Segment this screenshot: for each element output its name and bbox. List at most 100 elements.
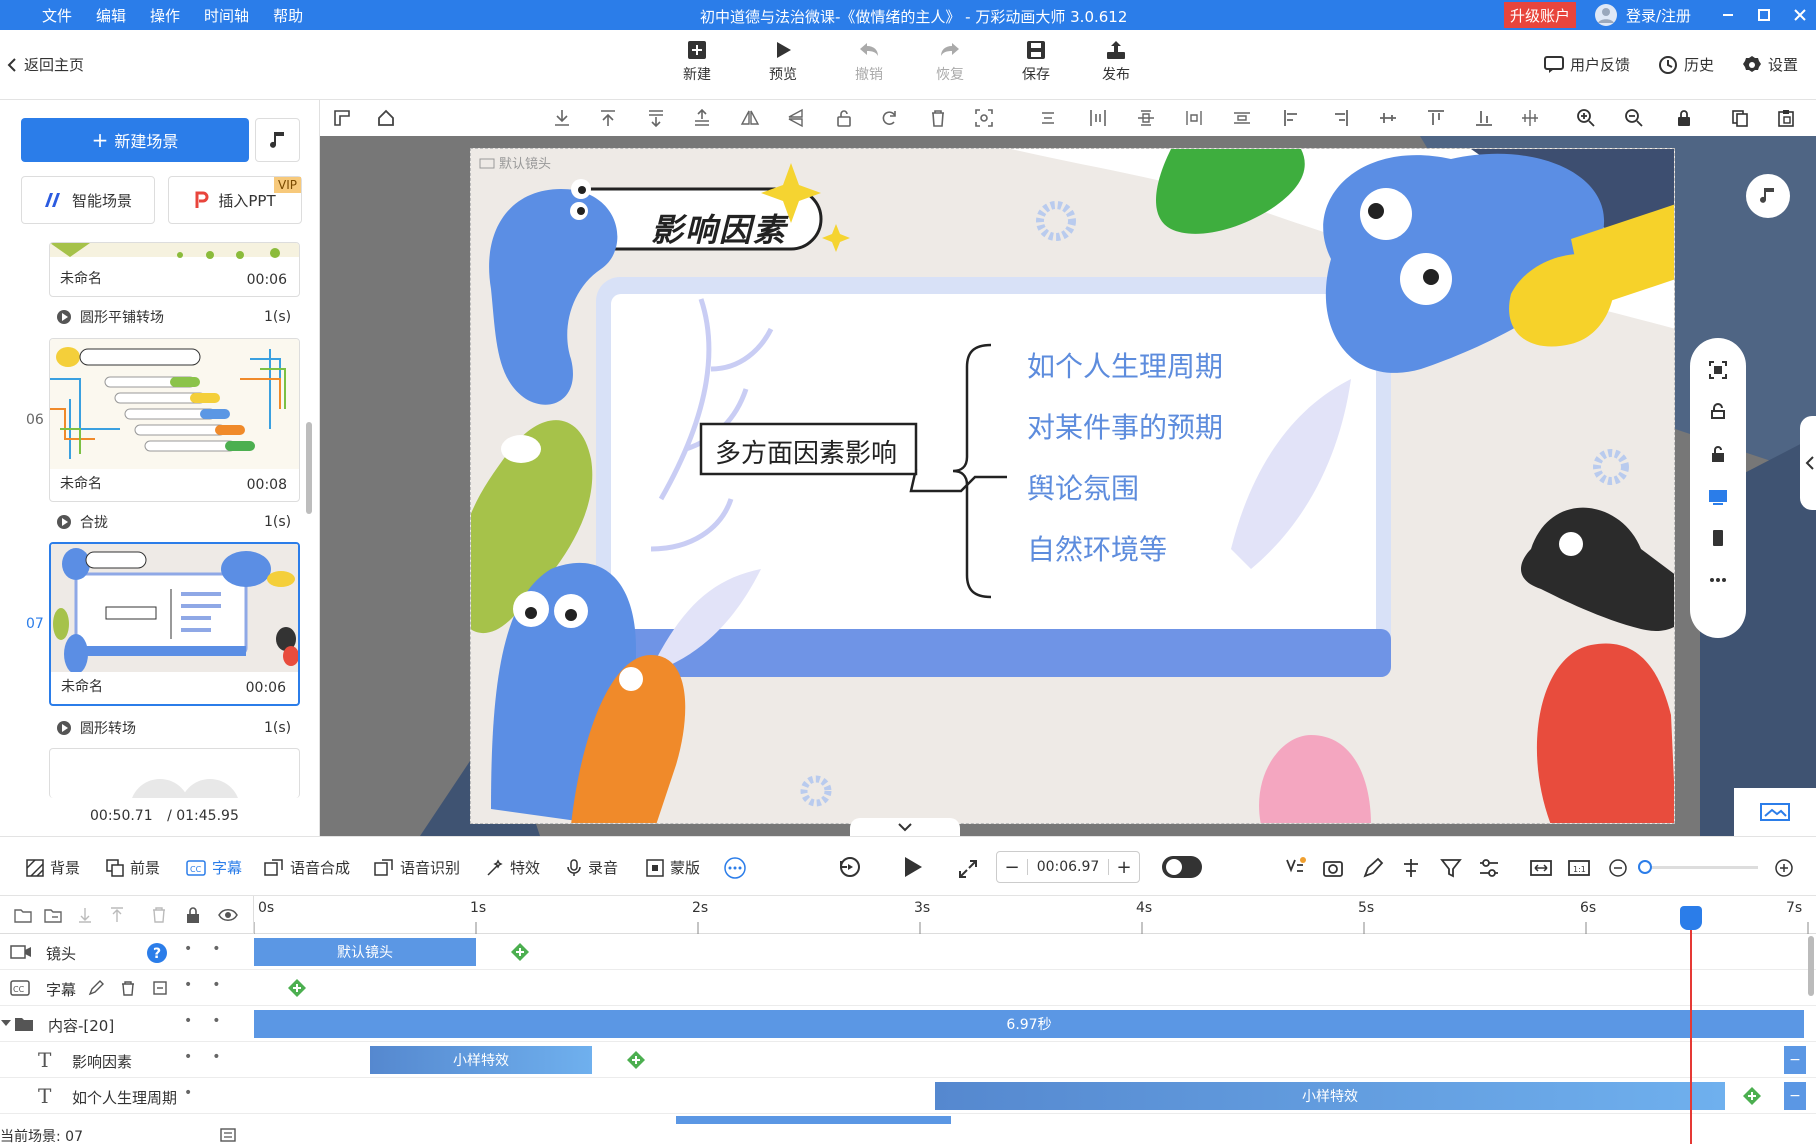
track-camera[interactable]: 镜头 ? •• 默认镜头 (0, 934, 1816, 970)
move-layer-up-icon[interactable] (108, 906, 126, 924)
track-text-2[interactable]: T 如个人生理周期 • 小样特效 − (0, 1078, 1816, 1114)
flip-vertical-icon[interactable] (786, 108, 806, 128)
settings-button[interactable]: 设置 (1742, 54, 1798, 75)
fit-width-icon[interactable] (1530, 857, 1552, 879)
scene-thumb-6[interactable]: 未命名 00:08 (49, 338, 300, 502)
track-toggles[interactable]: • (184, 1085, 212, 1101)
transition-item-3[interactable]: 圆形转场 1(s) (56, 718, 291, 738)
decrement-button[interactable]: − (997, 857, 1027, 878)
unlock-icon[interactable] (834, 108, 854, 128)
menu-file[interactable]: 文件 (30, 5, 84, 26)
subtitle-button[interactable]: CC 字幕 (186, 857, 242, 878)
playhead-handle[interactable] (1680, 906, 1702, 930)
var-icon[interactable] (1284, 857, 1306, 879)
playhead[interactable] (1690, 906, 1692, 1144)
minimize-button[interactable] (1708, 2, 1748, 28)
zoom-out-icon[interactable] (1624, 108, 1644, 128)
add-keyframe-icon[interactable] (1742, 1086, 1762, 1106)
more-tools-button[interactable] (724, 857, 746, 879)
lock-icon[interactable] (1674, 108, 1694, 128)
sliders-icon[interactable] (1478, 857, 1500, 879)
align-equal-icon[interactable] (1232, 108, 1252, 128)
menu-help[interactable]: 帮助 (261, 5, 315, 26)
record-button[interactable]: 录音 (566, 857, 618, 878)
track-toggles[interactable]: •• (184, 1013, 241, 1029)
effects-button[interactable]: 特效 (486, 857, 540, 878)
paste-icon[interactable] (1776, 108, 1796, 128)
menu-edit[interactable]: 编辑 (84, 5, 138, 26)
collapse-right-tab[interactable] (1800, 416, 1816, 510)
exit-clip[interactable]: − (1784, 1046, 1806, 1074)
rotate-canvas-icon[interactable] (1708, 402, 1728, 422)
timeline-zoom-slider[interactable] (1638, 860, 1758, 874)
tts-button[interactable]: 语音合成 (264, 857, 350, 878)
history-button[interactable]: 历史 (1658, 54, 1714, 75)
flip-horizontal-icon[interactable] (740, 108, 760, 128)
import-subtitle-icon[interactable] (152, 980, 168, 996)
effect-clip[interactable]: 小样特效 (935, 1082, 1725, 1110)
speech-recognition-button[interactable]: 语音识别 (374, 857, 460, 878)
stage-item-3[interactable]: 舆论氛围 (1027, 467, 1139, 507)
scene-thumb-5[interactable]: 未命名 00:06 (49, 242, 300, 297)
align-center-h-icon[interactable] (1038, 108, 1058, 128)
align-center-v-icon[interactable] (1378, 108, 1398, 128)
edit-subtitle-icon[interactable] (88, 980, 104, 996)
align-middle-icon[interactable] (1136, 108, 1156, 128)
move-layer-down-icon[interactable] (76, 906, 94, 924)
time-stepper[interactable]: − 00:06.97 + (996, 851, 1140, 883)
portrait-screen-icon[interactable] (1708, 528, 1728, 548)
fit-screen-icon[interactable] (1708, 360, 1728, 380)
camera-clip[interactable]: 默认镜头 (254, 938, 476, 966)
split-icon[interactable] (1400, 857, 1422, 879)
filter-icon[interactable] (1440, 857, 1462, 879)
maximize-button[interactable] (1744, 2, 1784, 28)
lock-all-icon[interactable] (184, 906, 202, 924)
align-bottom-icon[interactable] (1474, 108, 1494, 128)
menu-timeline[interactable]: 时间轴 (192, 5, 261, 26)
move-up-icon[interactable] (692, 108, 712, 128)
stage-item-1[interactable]: 如个人生理周期 (1027, 345, 1223, 385)
track-text-1[interactable]: T 影响因素 •• 小样特效 − (0, 1042, 1816, 1078)
move-down-icon[interactable] (646, 108, 666, 128)
scene-thumb-8-partial[interactable] (49, 748, 300, 798)
track-toggles[interactable]: •• (184, 977, 241, 993)
track-content-group[interactable]: 内容-[20] •• 6.97秒 (0, 1006, 1816, 1042)
stage-item-4[interactable]: 自然环境等 (1027, 528, 1167, 568)
back-home-button[interactable]: 返回主页 (6, 54, 84, 75)
add-folder-icon[interactable] (14, 906, 32, 924)
collapse-triangle-icon[interactable] (0, 1016, 12, 1030)
smart-scene-button[interactable]: 智能场景 (21, 176, 155, 224)
mask-button[interactable]: 蒙版 (646, 857, 700, 878)
upgrade-button[interactable]: 升级账户 (1504, 2, 1576, 28)
preview-button[interactable]: 预览 (753, 40, 813, 84)
delete-layer-icon[interactable] (150, 906, 168, 924)
more-icon[interactable] (1708, 570, 1728, 590)
close-button[interactable] (1780, 2, 1816, 28)
menu-operate[interactable]: 操作 (138, 5, 192, 26)
scene-notes-icon[interactable] (220, 1128, 236, 1142)
add-keyframe-icon[interactable] (510, 942, 530, 962)
rotate-icon[interactable] (880, 108, 900, 128)
canvas-music-button[interactable] (1746, 174, 1790, 218)
effect-clip[interactable]: 小样特效 (370, 1046, 592, 1074)
stage-center-text[interactable]: 多方面因素影响 (715, 433, 897, 470)
transition-item-2[interactable]: 合拢 1(s) (56, 512, 291, 532)
stage-item-2[interactable]: 对某件事的预期 (1027, 406, 1223, 446)
undo-button[interactable]: 撤销 (839, 40, 899, 84)
scene-thumb-7-selected[interactable]: 未命名 00:06 (49, 542, 300, 706)
time-value[interactable]: 00:06.97 (1027, 859, 1109, 875)
delete-icon[interactable] (928, 108, 948, 128)
align-left-icon[interactable] (1282, 108, 1302, 128)
login-button[interactable]: 登录/注册 (1594, 3, 1691, 27)
distribute-v-icon[interactable] (1184, 108, 1204, 128)
home-icon[interactable] (376, 108, 396, 128)
fullscreen-button[interactable] (958, 859, 978, 879)
move-to-folder-icon[interactable] (44, 906, 62, 924)
scene-list-scrollbar[interactable] (306, 422, 312, 514)
add-keyframe-icon[interactable] (287, 978, 307, 998)
feedback-button[interactable]: 用户反馈 (1544, 54, 1630, 75)
exit-clip[interactable]: − (1784, 1082, 1806, 1110)
move-top-icon[interactable] (598, 108, 618, 128)
align-right-icon[interactable] (1330, 108, 1350, 128)
visibility-icon[interactable] (218, 906, 238, 924)
